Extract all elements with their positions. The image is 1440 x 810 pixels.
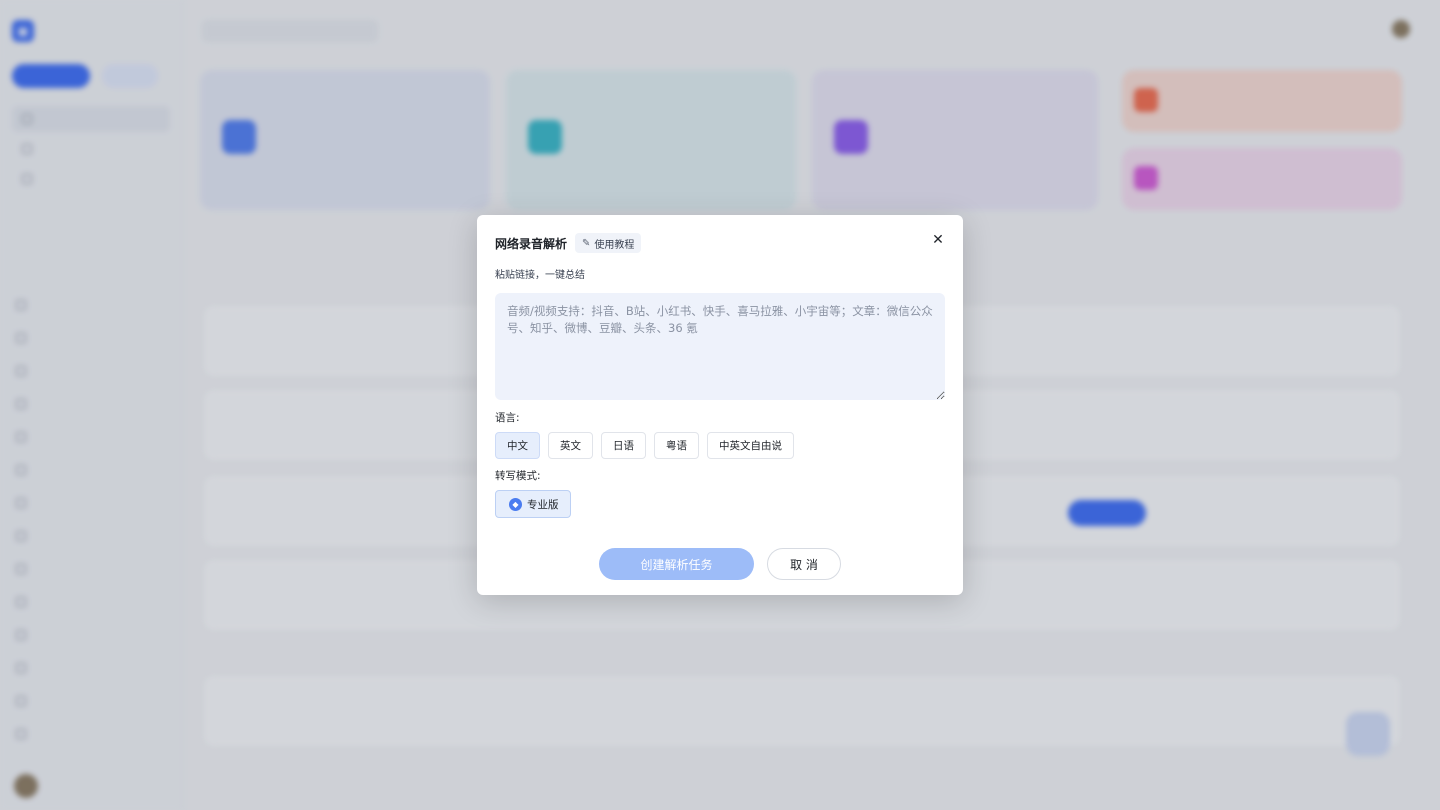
create-task-button[interactable]: 创建解析任务 [599,548,754,580]
web-audio-parse-dialog: 网络录音解析 ✎ 使用教程 ✕ 粘贴链接，一键总结 语言: 中文 英文 日语 粤… [477,215,963,595]
mode-label: 转写模式: [495,470,541,482]
language-label: 语言: [495,412,520,424]
dialog-title: 网络录音解析 [495,236,568,251]
mode-option-pro[interactable]: ◆ 专业版 [495,490,571,518]
pencil-icon: ✎ [582,237,591,249]
close-icon[interactable]: ✕ [931,233,945,247]
language-option-chinese[interactable]: 中文 [495,432,540,459]
dialog-subtitle: 粘贴链接，一键总结 [495,270,585,281]
tutorial-label: 使用教程 [594,239,635,251]
diamond-icon: ◆ [509,497,522,511]
language-option-mixed[interactable]: 中英文自由说 [707,432,794,459]
language-option-english[interactable]: 英文 [548,432,593,459]
link-input[interactable] [495,293,945,400]
mode-option-label: 专业版 [527,498,559,511]
language-option-cantonese[interactable]: 粤语 [654,432,699,459]
language-option-japanese[interactable]: 日语 [601,432,646,459]
tutorial-link[interactable]: ✎ 使用教程 [575,233,642,253]
dialog-header: 网络录音解析 ✎ 使用教程 [495,233,642,253]
language-options: 中文 英文 日语 粤语 中英文自由说 [495,432,794,459]
cancel-button[interactable]: 取 消 [767,548,841,580]
